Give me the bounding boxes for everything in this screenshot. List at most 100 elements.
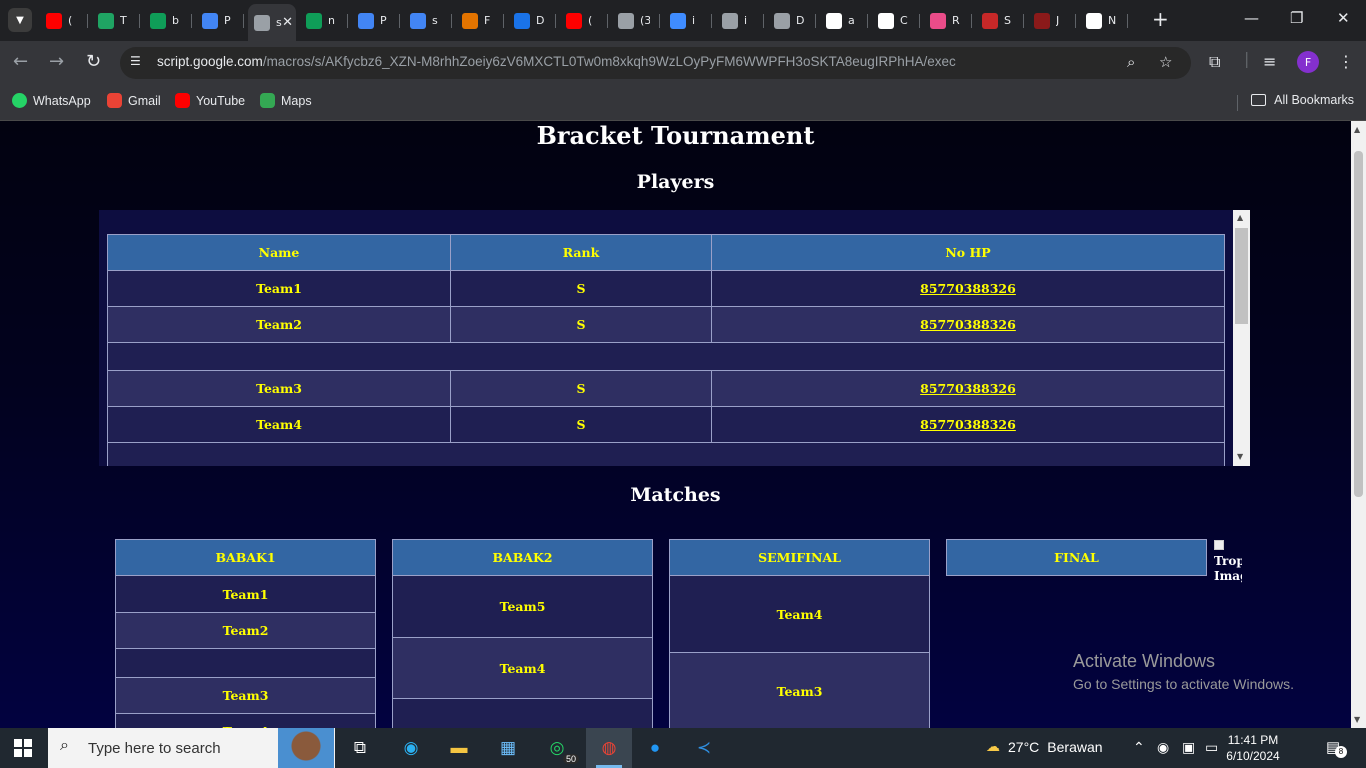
notification-icon[interactable]: ▤ 8: [1326, 738, 1347, 758]
store-icon[interactable]: ▦: [494, 734, 522, 762]
browser-tab[interactable]: J: [1028, 6, 1076, 35]
page-scrollbar[interactable]: ▲ ▼: [1351, 121, 1366, 728]
tab-label: P: [380, 14, 387, 27]
bookmark-star-icon[interactable]: ☆: [1159, 53, 1172, 71]
extensions-icon[interactable]: ⧉: [1209, 52, 1220, 72]
menu-kebab-icon[interactable]: ⋮: [1338, 52, 1354, 71]
browser-tab[interactable]: F: [456, 6, 504, 35]
scroll-down-icon[interactable]: ▼: [1354, 715, 1360, 724]
chrome-taskbar-button[interactable]: ◍: [586, 728, 632, 768]
bookmark-youtube[interactable]: YouTube: [175, 93, 245, 108]
tab-separator: [815, 14, 816, 28]
tab-close-icon[interactable]: ✕: [282, 15, 293, 30]
round-semifinal: SEMIFINAL Team4 Team3: [669, 539, 930, 728]
player-phone-link[interactable]: 85770388326: [920, 381, 1016, 396]
column-header-phone: No HP: [711, 234, 1225, 271]
scroll-up-icon[interactable]: ▲: [1237, 213, 1243, 222]
url-text[interactable]: script.google.com/macros/s/AKfycbz6_XZN-…: [157, 54, 956, 69]
tab-separator: [1127, 14, 1128, 28]
back-arrow-icon[interactable]: ←: [13, 51, 28, 73]
scroll-down-icon[interactable]: ▼: [1237, 452, 1243, 461]
close-window-icon[interactable]: ✕: [1337, 9, 1350, 27]
browser-tab[interactable]: P: [352, 6, 400, 35]
players-scroll-thumb[interactable]: [1235, 228, 1248, 324]
tab-strip: ▼ (Tb Ps ✕ n Ps F D ((3 i i Da C R S J N + — ❐ ✕: [0, 0, 1366, 41]
player-name: Team4: [107, 406, 451, 443]
browser-tab[interactable]: N: [1080, 6, 1128, 35]
match-team: Team3: [115, 678, 376, 714]
restore-icon[interactable]: ❐: [1290, 9, 1303, 27]
media-controls-icon[interactable]: ≡: [1263, 52, 1276, 71]
tab-label: (: [588, 14, 593, 27]
browser-tab[interactable]: D: [768, 6, 816, 35]
browser-tab[interactable]: i: [716, 6, 764, 35]
google-drive-icon: [98, 12, 114, 29]
scroll-up-icon[interactable]: ▲: [1354, 125, 1360, 134]
site-settings-icon[interactable]: ☰: [130, 54, 146, 70]
chrome-icon: ◍: [601, 738, 617, 757]
player-phone-link[interactable]: 85770388326: [920, 317, 1016, 332]
file-explorer-icon[interactable]: ▬: [445, 734, 473, 762]
tab-label: i: [692, 14, 696, 27]
player-rank: S: [450, 270, 712, 307]
browser-tab[interactable]: (: [40, 6, 88, 35]
browser-tab[interactable]: P: [196, 6, 244, 35]
edge-icon[interactable]: ◉: [397, 734, 425, 762]
table-spacer-row: [107, 442, 1225, 466]
browser-tab[interactable]: (: [560, 6, 608, 35]
bookmark-maps[interactable]: Maps: [260, 93, 312, 108]
player-phone-link[interactable]: 85770388326: [920, 417, 1016, 432]
tab-separator: [659, 14, 660, 28]
browser-tab[interactable]: R: [924, 6, 972, 35]
system-clock[interactable]: 11:41 PM 6/10/2024: [1222, 732, 1284, 764]
browser-tab[interactable]: C: [872, 6, 920, 35]
watermark-title: Activate Windows: [1073, 651, 1216, 671]
player-name: Team1: [107, 270, 451, 307]
player-phone-cell: 85770388326: [711, 306, 1225, 343]
activate-windows-watermark: Activate Windows Go to Settings to activ…: [1073, 651, 1294, 692]
app-icon[interactable]: ●: [641, 734, 669, 762]
browser-tab[interactable]: (3: [612, 6, 660, 35]
apps-script-icon: [202, 12, 218, 29]
chevron-up-icon[interactable]: ⌃: [1133, 739, 1145, 756]
weather-widget[interactable]: ☁ 27°C Berawan: [986, 738, 1103, 755]
meet-icon[interactable]: ▣: [1182, 739, 1195, 756]
profile-avatar[interactable]: F: [1297, 51, 1319, 73]
battery-icon[interactable]: ▭: [1205, 739, 1218, 756]
browser-tab[interactable]: i: [664, 6, 712, 35]
browser-tab[interactable]: s: [404, 6, 452, 35]
record-icon[interactable]: ◉: [1157, 739, 1169, 756]
new-tab-button[interactable]: +: [1152, 9, 1169, 29]
taskbar-search[interactable]: ⌕ Type here to search: [48, 728, 335, 768]
players-scrollbar[interactable]: ▲ ▼: [1233, 210, 1250, 466]
players-scroll-container[interactable]: Name Rank No HP Team1 S 85770388326 Team…: [99, 210, 1250, 466]
bookmark-gmail[interactable]: Gmail: [107, 93, 161, 108]
minimize-icon[interactable]: —: [1244, 9, 1259, 27]
forward-arrow-icon[interactable]: →: [49, 51, 64, 73]
audio-icon: [618, 12, 634, 29]
browser-tab[interactable]: D: [508, 6, 556, 35]
browser-tab[interactable]: s ✕: [248, 4, 296, 41]
player-phone-link[interactable]: 85770388326: [920, 281, 1016, 296]
browser-tab[interactable]: T: [92, 6, 140, 35]
reload-icon[interactable]: ↻: [86, 51, 101, 73]
bookmark-whatsapp[interactable]: WhatsApp: [12, 93, 91, 108]
browser-tab[interactable]: b: [144, 6, 192, 35]
zoom-icon[interactable]: ⌕: [1127, 53, 1135, 71]
tab-label: S: [1004, 14, 1011, 27]
all-bookmarks-button[interactable]: All Bookmarks: [1251, 93, 1354, 107]
tab-search-button[interactable]: ▼: [8, 8, 32, 32]
browser-tab[interactable]: a: [820, 6, 868, 35]
vscode-icon[interactable]: ≺: [690, 734, 718, 762]
browser-tab[interactable]: n: [300, 6, 348, 35]
page-scroll-thumb[interactable]: [1354, 151, 1363, 497]
tab-separator: [867, 14, 868, 28]
match-team: Team3: [669, 653, 930, 728]
windows-start-icon[interactable]: [14, 739, 32, 757]
browser-tab[interactable]: S: [976, 6, 1024, 35]
tab-separator: [87, 14, 88, 28]
task-view-icon[interactable]: ⧉: [346, 734, 374, 762]
whatsapp-icon[interactable]: ◎ 50: [543, 734, 579, 764]
address-bar[interactable]: ☰ script.google.com/macros/s/AKfycbz6_XZ…: [120, 47, 1191, 79]
google-sheets-icon: [306, 12, 322, 29]
